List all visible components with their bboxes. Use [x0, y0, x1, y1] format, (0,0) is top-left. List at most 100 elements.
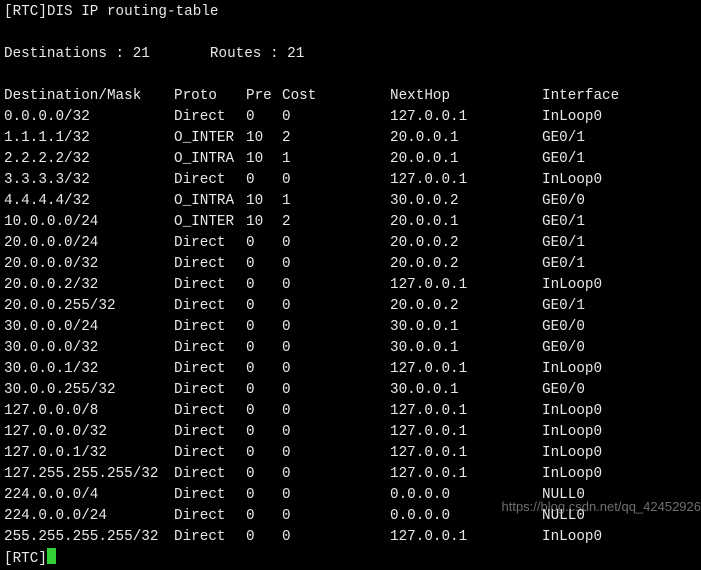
routing-table-body: 0.0.0.0/32Direct00127.0.0.1InLoop01.1.1.… — [4, 107, 697, 548]
col-pre: Pre — [246, 86, 282, 107]
cell-nexthop: 127.0.0.1 — [390, 359, 542, 380]
cell-dest: 30.0.0.0/24 — [4, 317, 174, 338]
table-row: 127.0.0.0/8Direct00127.0.0.1InLoop0 — [4, 401, 697, 422]
cell-iface: NULL0 — [542, 506, 697, 527]
cell-proto: Direct — [174, 317, 246, 338]
cell-proto: O_INTER — [174, 128, 246, 149]
cell-nexthop: 20.0.0.1 — [390, 212, 542, 233]
cell-nexthop: 0.0.0.0 — [390, 506, 542, 527]
cell-pre: 10 — [246, 191, 282, 212]
cell-proto: Direct — [174, 338, 246, 359]
cell-pre: 0 — [246, 317, 282, 338]
cell-proto: Direct — [174, 443, 246, 464]
cell-cost: 0 — [282, 254, 390, 275]
cell-cost: 0 — [282, 359, 390, 380]
cell-pre: 0 — [246, 485, 282, 506]
cell-proto: O_INTRA — [174, 149, 246, 170]
cell-iface: GE0/1 — [542, 149, 697, 170]
cell-iface: GE0/1 — [542, 296, 697, 317]
cell-iface: InLoop0 — [542, 359, 697, 380]
cell-iface: InLoop0 — [542, 170, 697, 191]
summary-line: Destinations : 21 Routes : 21 — [4, 44, 697, 65]
cell-proto: O_INTRA — [174, 191, 246, 212]
cell-dest: 30.0.0.255/32 — [4, 380, 174, 401]
col-iface: Interface — [542, 86, 697, 107]
table-row: 2.2.2.2/32O_INTRA10120.0.0.1GE0/1 — [4, 149, 697, 170]
cell-iface: GE0/1 — [542, 212, 697, 233]
cell-iface: GE0/1 — [542, 128, 697, 149]
cell-pre: 0 — [246, 443, 282, 464]
cell-pre: 0 — [246, 380, 282, 401]
cell-iface: InLoop0 — [542, 422, 697, 443]
cell-iface: GE0/1 — [542, 254, 697, 275]
cell-cost: 0 — [282, 443, 390, 464]
cell-pre: 0 — [246, 170, 282, 191]
cell-proto: Direct — [174, 401, 246, 422]
cell-nexthop: 127.0.0.1 — [390, 443, 542, 464]
cell-cost: 0 — [282, 170, 390, 191]
cell-cost: 0 — [282, 464, 390, 485]
table-row: 20.0.0.2/32Direct00127.0.0.1InLoop0 — [4, 275, 697, 296]
cell-dest: 127.0.0.1/32 — [4, 443, 174, 464]
cell-dest: 255.255.255.255/32 — [4, 527, 174, 548]
cell-dest: 20.0.0.0/32 — [4, 254, 174, 275]
cell-dest: 30.0.0.1/32 — [4, 359, 174, 380]
cell-proto: Direct — [174, 296, 246, 317]
cell-cost: 2 — [282, 212, 390, 233]
cell-iface: GE0/0 — [542, 317, 697, 338]
cell-proto: O_INTER — [174, 212, 246, 233]
cell-dest: 127.0.0.0/32 — [4, 422, 174, 443]
cell-nexthop: 127.0.0.1 — [390, 107, 542, 128]
cell-dest: 224.0.0.0/4 — [4, 485, 174, 506]
table-header: Destination/Mask Proto Pre Cost NextHop … — [4, 86, 697, 107]
blank-line — [4, 65, 697, 86]
prompt-text: [RTC] — [4, 551, 47, 567]
cell-pre: 0 — [246, 401, 282, 422]
table-row: 20.0.0.0/24Direct0020.0.0.2GE0/1 — [4, 233, 697, 254]
cell-iface: InLoop0 — [542, 275, 697, 296]
cell-pre: 0 — [246, 233, 282, 254]
cell-dest: 127.0.0.0/8 — [4, 401, 174, 422]
cell-pre: 0 — [246, 107, 282, 128]
cell-nexthop: 20.0.0.2 — [390, 296, 542, 317]
col-nexthop: NextHop — [390, 86, 542, 107]
table-row: 255.255.255.255/32Direct00127.0.0.1InLoo… — [4, 527, 697, 548]
cell-cost: 0 — [282, 107, 390, 128]
cell-proto: Direct — [174, 254, 246, 275]
cell-cost: 0 — [282, 296, 390, 317]
cell-nexthop: 127.0.0.1 — [390, 527, 542, 548]
cell-proto: Direct — [174, 464, 246, 485]
table-row: 20.0.0.0/32Direct0020.0.0.2GE0/1 — [4, 254, 697, 275]
cell-pre: 10 — [246, 149, 282, 170]
col-proto: Proto — [174, 86, 246, 107]
blank-line — [4, 23, 697, 44]
cell-iface: GE0/1 — [542, 233, 697, 254]
cell-iface: GE0/0 — [542, 338, 697, 359]
cell-pre: 0 — [246, 338, 282, 359]
cell-cost: 0 — [282, 338, 390, 359]
cell-nexthop: 30.0.0.1 — [390, 317, 542, 338]
prompt-line[interactable]: [RTC] — [4, 548, 697, 570]
cell-proto: Direct — [174, 359, 246, 380]
cell-proto: Direct — [174, 485, 246, 506]
table-row: 0.0.0.0/32Direct00127.0.0.1InLoop0 — [4, 107, 697, 128]
cell-dest: 3.3.3.3/32 — [4, 170, 174, 191]
cell-pre: 10 — [246, 212, 282, 233]
cell-nexthop: 127.0.0.1 — [390, 422, 542, 443]
col-dest: Destination/Mask — [4, 86, 174, 107]
cell-iface: InLoop0 — [542, 527, 697, 548]
cell-pre: 0 — [246, 254, 282, 275]
cell-proto: Direct — [174, 527, 246, 548]
cell-proto: Direct — [174, 380, 246, 401]
cell-nexthop: 30.0.0.1 — [390, 380, 542, 401]
cell-dest: 224.0.0.0/24 — [4, 506, 174, 527]
cell-dest: 20.0.0.0/24 — [4, 233, 174, 254]
cell-pre: 0 — [246, 506, 282, 527]
cell-nexthop: 20.0.0.1 — [390, 149, 542, 170]
command-line: [RTC]DIS IP routing-table — [4, 2, 697, 23]
cell-cost: 0 — [282, 233, 390, 254]
table-row: 127.255.255.255/32Direct00127.0.0.1InLoo… — [4, 464, 697, 485]
cell-iface: InLoop0 — [542, 107, 697, 128]
cell-dest: 4.4.4.4/32 — [4, 191, 174, 212]
cell-nexthop: 0.0.0.0 — [390, 485, 542, 506]
